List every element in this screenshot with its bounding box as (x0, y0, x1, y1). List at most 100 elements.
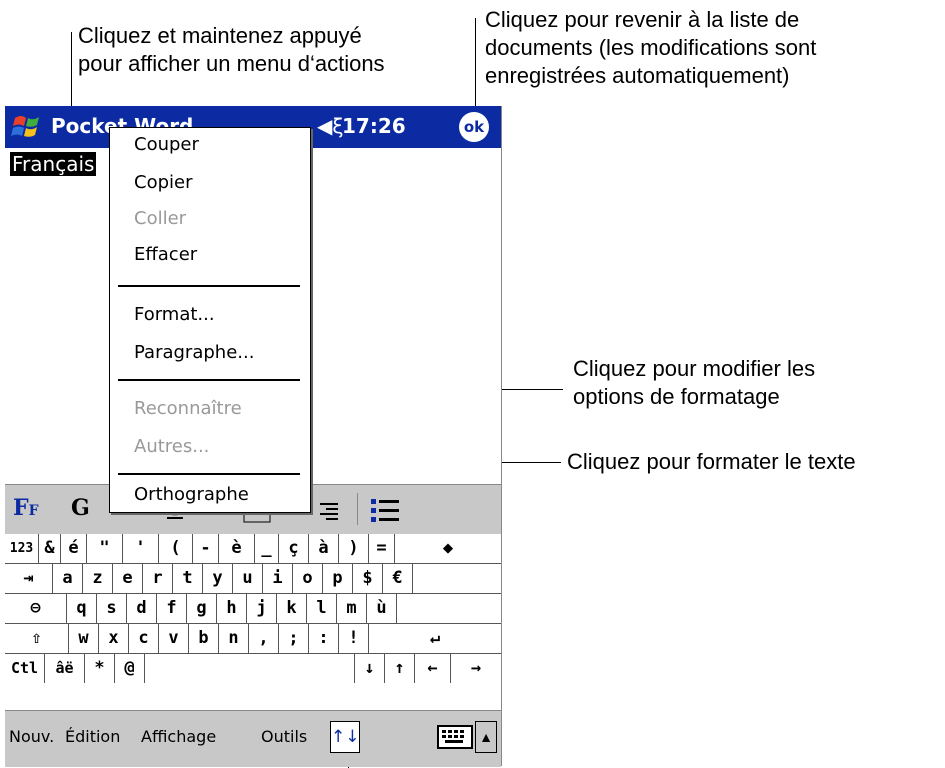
key[interactable]: ù (367, 594, 397, 623)
key[interactable]: s (97, 594, 127, 623)
key[interactable]: b (189, 624, 219, 653)
key[interactable]: r (143, 564, 173, 593)
menu-new[interactable]: Nouv. (9, 727, 54, 746)
key[interactable]: d (127, 594, 157, 623)
key[interactable]: " (87, 534, 123, 563)
menu-item-spelling[interactable]: Orthographe (134, 484, 249, 505)
ok-button[interactable]: ok (459, 112, 489, 142)
callout-line (475, 18, 476, 114)
menu-separator (118, 285, 300, 287)
right-arrow-key[interactable]: → (451, 654, 501, 683)
key[interactable]: p (323, 564, 353, 593)
menu-item-paste[interactable]: Coller (134, 208, 186, 229)
key[interactable]: q (67, 594, 97, 623)
annotation-format-options: Cliquez pour modifier les options de for… (573, 355, 815, 411)
annotation-line: pour afficher un menu d‘actions (78, 51, 385, 76)
key[interactable]: e (113, 564, 143, 593)
key[interactable]: - (193, 534, 219, 563)
key[interactable]: j (247, 594, 277, 623)
space-key[interactable] (145, 654, 355, 683)
align-right-icon[interactable] (315, 497, 343, 523)
key[interactable]: a (53, 564, 83, 593)
ctrl-key[interactable]: Ctl (5, 654, 45, 683)
key[interactable]: c (129, 624, 159, 653)
key[interactable]: w (69, 624, 99, 653)
menu-bar: Nouv. Édition Affichage Outils ↑↓ ▲ (5, 710, 501, 767)
annotation-ok-button: Cliquez pour revenir à la liste de docum… (485, 6, 816, 90)
bold-button[interactable]: G (71, 495, 90, 521)
keyboard-row: 123 & é " ' ( - è _ ç à ) = ◆ (5, 534, 501, 564)
up-arrow-key[interactable]: ↑ (385, 654, 415, 683)
key[interactable]: ' (123, 534, 159, 563)
key[interactable]: y (203, 564, 233, 593)
menu-edit[interactable]: Édition (65, 727, 120, 746)
key[interactable]: : (309, 624, 339, 653)
key[interactable]: t (173, 564, 203, 593)
menu-tools[interactable]: Outils (261, 727, 307, 746)
key[interactable]: u (233, 564, 263, 593)
selected-text[interactable]: Français (10, 152, 97, 176)
down-arrow-key[interactable]: ↓ (355, 654, 385, 683)
key[interactable]: ( (159, 534, 193, 563)
key[interactable]: _ (255, 534, 279, 563)
key[interactable]: ç (279, 534, 309, 563)
key[interactable]: k (277, 594, 307, 623)
menu-item-recognize[interactable]: Reconnaître (134, 398, 242, 419)
key[interactable]: è (219, 534, 255, 563)
key[interactable]: m (337, 594, 367, 623)
left-arrow-key[interactable]: ← (415, 654, 451, 683)
key[interactable]: ! (339, 624, 369, 653)
font-format-button[interactable]: FF (13, 495, 39, 521)
keyboard-row: ⇧ w x c v b n , ; : ! ↵ (5, 624, 501, 654)
key[interactable]: ; (279, 624, 309, 653)
key[interactable]: h (217, 594, 247, 623)
clock[interactable]: 17:26 (342, 114, 406, 138)
menu-item-copy[interactable]: Copier (134, 172, 192, 193)
menu-item-format[interactable]: Format... (134, 304, 215, 325)
key[interactable]: ) (339, 534, 369, 563)
key[interactable]: $ (353, 564, 383, 593)
key[interactable]: g (187, 594, 217, 623)
backspace-key[interactable]: ◆ (395, 534, 501, 563)
annotation-line: Cliquez pour revenir à la liste de (485, 7, 800, 32)
keyboard-row: ⇥ a z e r t y u i o p $ € (5, 564, 501, 594)
key[interactable]: x (99, 624, 129, 653)
menu-item-cut[interactable]: Couper (134, 134, 199, 155)
key[interactable]: & (39, 534, 61, 563)
bullet-list-icon[interactable] (369, 495, 403, 525)
menu-item-alternates[interactable]: Autres... (134, 436, 209, 457)
key[interactable]: à (309, 534, 339, 563)
windows-flag-icon[interactable] (11, 112, 43, 142)
key[interactable]: , (249, 624, 279, 653)
enter-key[interactable]: ↵ (369, 624, 501, 653)
key[interactable]: z (83, 564, 113, 593)
key[interactable]: é (61, 534, 87, 563)
key[interactable]: * (85, 654, 115, 683)
input-panel-button[interactable]: ↑↓ (330, 721, 360, 753)
key[interactable]: l (307, 594, 337, 623)
caps-lock-key[interactable]: ⊖ (5, 594, 67, 623)
annotation-context-menu: Cliquez et maintenez appuyé pour affiche… (78, 22, 385, 78)
context-menu: Couper Copier Coller Effacer Format... P… (109, 127, 311, 513)
key[interactable]: v (159, 624, 189, 653)
input-method-arrow-button[interactable]: ▲ (475, 721, 497, 753)
key[interactable]: € (383, 564, 413, 593)
key[interactable]: i (263, 564, 293, 593)
key[interactable]: o (293, 564, 323, 593)
key[interactable]: f (157, 594, 187, 623)
menu-item-clear[interactable]: Effacer (134, 244, 197, 265)
menu-view[interactable]: Affichage (141, 727, 216, 746)
accent-key[interactable]: âë (45, 654, 85, 683)
key[interactable]: n (219, 624, 249, 653)
key[interactable]: = (369, 534, 395, 563)
toolbar-separator (357, 493, 358, 525)
menu-item-paragraph[interactable]: Paragraphe... (134, 342, 254, 363)
key[interactable]: @ (115, 654, 145, 683)
annotation-line: Cliquez pour modifier les (573, 356, 816, 381)
tab-key[interactable]: ⇥ (5, 564, 53, 593)
key[interactable]: 123 (5, 534, 39, 563)
shift-key[interactable]: ⇧ (5, 624, 69, 653)
annotation-line: Cliquez et maintenez appuyé (78, 23, 362, 48)
keyboard-icon[interactable] (437, 725, 473, 749)
speaker-icon[interactable]: ◀ξ (317, 114, 344, 138)
